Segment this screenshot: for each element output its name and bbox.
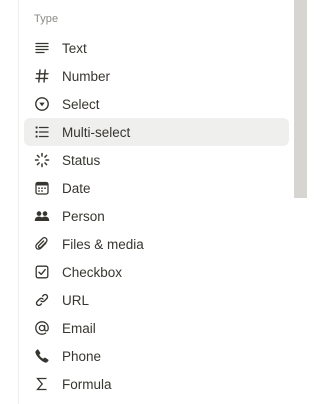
type-item-label: Files & media [62, 236, 144, 252]
type-item-label: Multi-select [62, 124, 131, 140]
checkbox-icon [33, 263, 51, 281]
scrollbar-thumb[interactable] [294, 0, 307, 198]
link-icon [33, 291, 51, 309]
type-item-files-media[interactable]: Files & media [24, 230, 289, 258]
type-item-url[interactable]: URL [24, 286, 289, 314]
type-item-number[interactable]: Number [24, 62, 289, 90]
type-item-label: Number [62, 68, 111, 84]
people-icon [33, 207, 51, 225]
text-lines-icon [33, 39, 51, 57]
type-item-date[interactable]: Date [24, 174, 289, 202]
type-item-label: Text [62, 40, 87, 56]
type-item-phone[interactable]: Phone [24, 342, 289, 370]
type-item-label: Date [62, 180, 91, 196]
type-item-person[interactable]: Person [24, 202, 289, 230]
type-item-checkbox[interactable]: Checkbox [24, 258, 289, 286]
type-item-multi-select[interactable]: Multi-select [24, 118, 289, 146]
type-item-status[interactable]: Status [24, 146, 289, 174]
type-item-label: Person [62, 208, 105, 224]
type-item-label: Formula [62, 376, 112, 392]
sigma-icon [33, 375, 51, 393]
type-item-label: URL [62, 292, 90, 308]
phone-icon [33, 347, 51, 365]
property-type-menu: Type Text Number Select Multi-select Sta… [18, 0, 294, 404]
section-label-type: Type [34, 13, 59, 25]
at-sign-icon [33, 319, 51, 337]
type-item-label: Status [62, 152, 101, 168]
type-item-select[interactable]: Select [24, 90, 289, 118]
hash-icon [33, 67, 51, 85]
type-item-label: Phone [62, 348, 102, 364]
type-item-email[interactable]: Email [24, 314, 289, 342]
type-item-formula[interactable]: Formula [24, 370, 289, 398]
type-item-label: Checkbox [62, 264, 123, 280]
type-list: Text Number Select Multi-select Status D… [24, 34, 289, 398]
type-item-label: Select [62, 96, 100, 112]
bullet-list-icon [33, 123, 51, 141]
type-item-label: Email [62, 320, 96, 336]
status-spinner-icon [33, 151, 51, 169]
calendar-icon [33, 179, 51, 197]
type-item-text[interactable]: Text [24, 34, 289, 62]
paperclip-icon [33, 235, 51, 253]
select-circle-icon [33, 95, 51, 113]
